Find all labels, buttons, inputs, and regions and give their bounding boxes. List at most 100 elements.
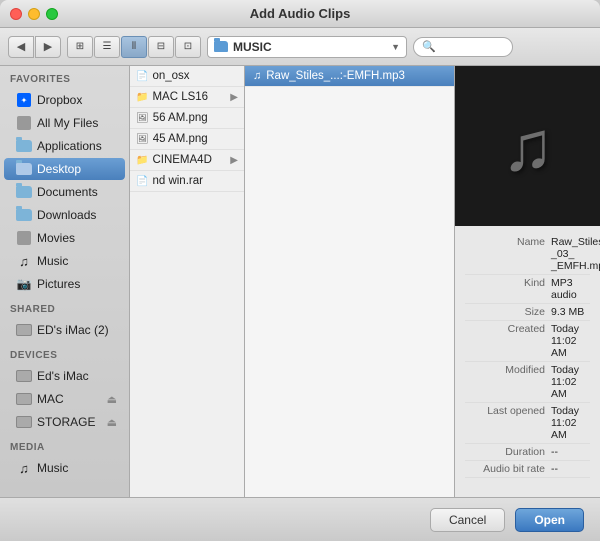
sidebar-item-downloads[interactable]: Downloads [4,204,125,226]
arrow-right-icon: ▶ [230,92,238,103]
window-title: Add Audio Clips [250,6,351,21]
folder-icon [214,41,228,52]
open-button[interactable]: Open [515,508,584,532]
info-row-size: Size 9.3 MB [465,304,590,321]
window-controls [10,8,58,20]
icon-view-button[interactable]: ⊞ [67,36,93,58]
minimize-button[interactable] [28,8,40,20]
sidebar-item-movies[interactable]: Movies [4,227,125,249]
file-name: MAC LS16 [152,91,208,103]
sidebar-item-pictures[interactable]: 📷 Pictures [4,273,125,295]
list-item[interactable]: 📁 CINEMA4D ▶ [130,150,244,171]
nav-buttons: ◀ ▶ [8,36,61,58]
sidebar-item-music[interactable]: ♫ Music [4,250,125,272]
back-button[interactable]: ◀ [8,36,34,58]
file-info: Name Raw_Stiles_-_03_ _EMFH.mp3 Kind MP3… [455,226,600,497]
sidebar-item-documents[interactable]: Documents [4,181,125,203]
list-view-button[interactable]: ☰ [94,36,120,58]
dropbox-icon: ✦ [16,92,32,108]
kind-value: MP3 audio [551,277,590,301]
last-opened-value: Today 11:02 AM [551,405,590,441]
preview-pane: ♫ Name Raw_Stiles_-_03_ _EMFH.mp3 Kind M… [455,66,600,497]
coverflow-view-button[interactable]: ⊟ [148,36,174,58]
sidebar-item-dropbox[interactable]: ✦ Dropbox [4,89,125,111]
search-box[interactable]: 🔍 [413,37,513,57]
file-name: on_osx [152,70,189,82]
file-icon: 📄 [136,176,148,187]
list-item[interactable]: ♫ Raw_Stiles_...:-EMFH.mp3 [245,66,454,87]
info-row-last-opened: Last opened Today 11:02 AM [465,403,590,444]
list-item[interactable]: 📁 MAC LS16 ▶ [130,87,244,108]
column-view-button[interactable]: ⫴ [121,36,147,58]
duration-value: -- [551,446,558,458]
arrow-right-icon: ▶ [230,155,238,166]
applications-icon [16,138,32,154]
bitrate-label: Audio bit rate [465,463,545,475]
sidebar-item-desktop[interactable]: Desktop [4,158,125,180]
info-row-kind: Kind MP3 audio [465,275,590,304]
cancel-button[interactable]: Cancel [430,508,505,532]
music-file-name: Raw_Stiles_...:-EMFH.mp3 [266,70,405,82]
maximize-button[interactable] [46,8,58,20]
file-name: 45 AM.png [153,133,208,145]
folder-dropdown[interactable]: MUSIC ▼ [207,36,407,58]
name-label: Name [465,236,545,272]
file-list-pane: 📄 on_osx 📁 MAC LS16 ▶ 🖼 56 AM.png 🖼 45 A… [130,66,245,497]
file-name: nd win.rar [152,175,203,187]
grid-view-button[interactable]: ⊡ [175,36,201,58]
shared-header: SHARED [0,296,129,318]
kind-label: Kind [465,277,545,301]
modified-label: Modified [465,364,545,400]
close-button[interactable] [10,8,22,20]
info-row-duration: Duration -- [465,444,590,461]
list-item[interactable]: 📄 on_osx [130,66,244,87]
folder-icon: 📁 [136,155,148,166]
sidebar-item-storage-dev[interactable]: STORAGE ⏏ [4,411,125,433]
created-value: Today 11:02 AM [551,323,590,359]
folder-name: MUSIC [233,40,387,54]
folder-icon: 📁 [136,92,148,103]
main-content: FAVORITES ✦ Dropbox All My Files Applica… [0,66,600,497]
list-item[interactable]: 🖼 56 AM.png [130,108,244,129]
hdd-icon [16,368,32,384]
movies-icon [16,230,32,246]
list-item[interactable]: 🖼 45 AM.png [130,129,244,150]
file-icon: 🖼 [136,134,149,145]
sidebar-item-mac-dev[interactable]: MAC ⏏ [4,388,125,410]
sidebar-item-label: Desktop [37,162,81,176]
all-files-icon [16,115,32,131]
sidebar-item-eds-imac-dev[interactable]: Ed's iMac [4,365,125,387]
sidebar-item-label: Applications [37,139,102,153]
dropdown-arrow-icon: ▼ [391,42,400,52]
sidebar-item-music-media[interactable]: ♫ Music [4,457,125,479]
toolbar: ◀ ▶ ⊞ ☰ ⫴ ⊟ ⊡ MUSIC ▼ 🔍 [0,28,600,66]
modified-value: Today 11:02 AM [551,364,590,400]
devices-header: DEVICES [0,342,129,364]
forward-button[interactable]: ▶ [35,36,61,58]
music-media-icon: ♫ [16,460,32,476]
eject-icon[interactable]: ⏏ [107,393,117,406]
sidebar-item-applications[interactable]: Applications [4,135,125,157]
list-item[interactable]: 📄 nd win.rar [130,171,244,192]
bitrate-value: -- [551,463,558,475]
hdd-icon [16,391,32,407]
sidebar-item-eds-imac-shared[interactable]: ED's iMac (2) [4,319,125,341]
favorites-header: FAVORITES [0,66,129,88]
music-list-pane: ♫ Raw_Stiles_...:-EMFH.mp3 [245,66,455,497]
sidebar: FAVORITES ✦ Dropbox All My Files Applica… [0,66,130,497]
titlebar: Add Audio Clips [0,0,600,28]
last-opened-label: Last opened [465,405,545,441]
sidebar-item-label: Downloads [37,208,96,222]
name-value: Raw_Stiles_-_03_ _EMFH.mp3 [551,236,600,272]
pictures-icon: 📷 [16,276,32,292]
sidebar-item-label: Documents [37,185,98,199]
sidebar-item-label: All My Files [37,116,98,130]
eject-icon[interactable]: ⏏ [107,416,117,429]
media-header: MEDIA [0,434,129,456]
duration-label: Duration [465,446,545,458]
view-buttons: ⊞ ☰ ⫴ ⊟ ⊡ [67,36,201,58]
downloads-icon [16,207,32,223]
created-label: Created [465,323,545,359]
music-file-icon: ♫ [253,70,261,82]
sidebar-item-allfiles[interactable]: All My Files [4,112,125,134]
